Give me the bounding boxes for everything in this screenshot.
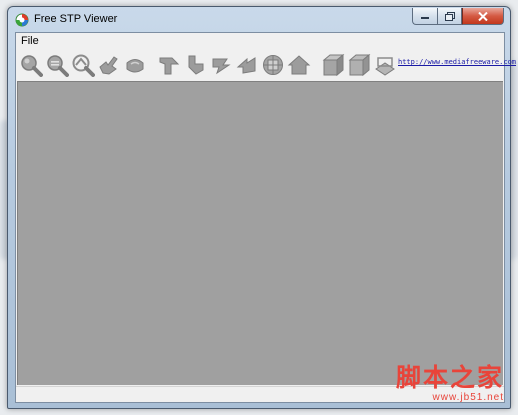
caption-buttons [412, 8, 504, 26]
view-right-button[interactable] [235, 53, 259, 77]
view-left-icon [212, 58, 231, 75]
home-view-icon [287, 55, 311, 75]
view-back-button[interactable] [183, 53, 207, 77]
pan-icon [99, 56, 118, 75]
watermark-main-text: 脚本之家 [395, 363, 504, 392]
zoom-in-button[interactable] [19, 53, 43, 77]
3d-viewport[interactable] [17, 81, 503, 385]
website-link[interactable]: http://www.mediafreeware.com [398, 58, 516, 66]
wireframe-mode-button[interactable] [347, 53, 371, 77]
title-bar[interactable]: Free STP Viewer [8, 7, 510, 31]
pan-button[interactable] [97, 53, 121, 77]
app-logo-icon [15, 13, 29, 27]
shaded-mode-button[interactable] [321, 53, 345, 77]
menu-file[interactable]: File [21, 35, 39, 47]
view-left-button[interactable] [209, 53, 233, 77]
rotate-icon [126, 59, 144, 73]
zoom-window-icon [72, 54, 95, 77]
window-title: Free STP Viewer [34, 13, 118, 25]
minimize-button[interactable] [412, 8, 437, 25]
zoom-out-icon [47, 55, 69, 77]
view-right-icon [236, 57, 256, 74]
view-front-icon [159, 57, 180, 75]
zoom-out-button[interactable] [45, 53, 69, 77]
top-plane-icon [375, 57, 395, 76]
maximize-button[interactable] [437, 8, 462, 25]
zoom-window-button[interactable] [71, 53, 95, 77]
client-area: File http://www.mediafreeware.com [15, 32, 516, 403]
minimize-icon [421, 17, 429, 19]
zoom-in-icon [21, 55, 43, 77]
fit-all-button[interactable] [261, 53, 285, 77]
watermark: 脚本之家 www.jb51.net [396, 358, 504, 403]
menu-bar: File [16, 33, 504, 50]
toolbar: http://www.mediafreeware.com [16, 50, 516, 80]
shaded-cube-icon [322, 53, 345, 77]
fit-all-icon [263, 55, 283, 75]
close-icon [478, 11, 488, 21]
top-plane-button[interactable] [373, 53, 397, 77]
view-front-button[interactable] [157, 53, 181, 77]
home-view-button[interactable] [287, 53, 311, 77]
restore-icon [444, 11, 455, 21]
wireframe-cube-icon [348, 53, 371, 77]
rotate-button[interactable] [123, 53, 147, 77]
app-window: Free STP Viewer File http://www.mediafre… [7, 6, 516, 409]
close-button[interactable] [462, 8, 504, 25]
view-back-icon [188, 55, 204, 75]
